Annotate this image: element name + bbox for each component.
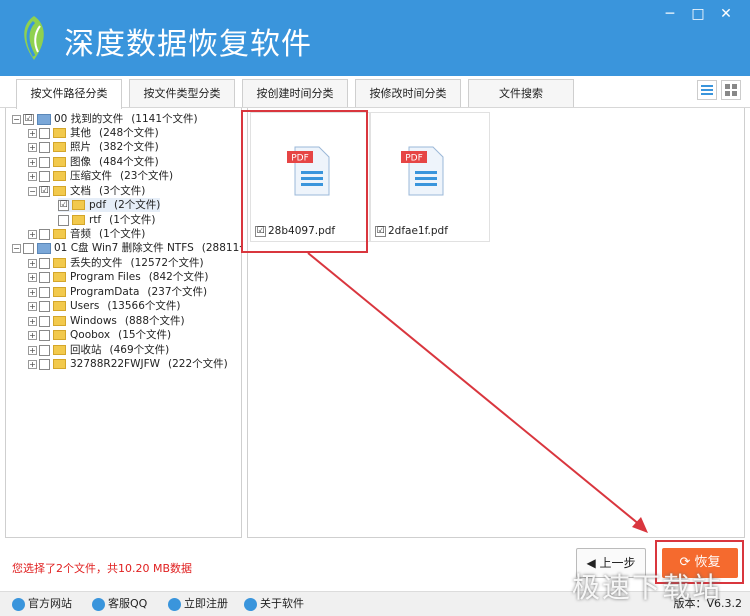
register-icon — [168, 597, 181, 611]
register-link[interactable]: 立即注册 — [168, 596, 228, 612]
arrow-icon — [307, 252, 648, 533]
home-icon — [12, 597, 25, 611]
qq-icon — [92, 597, 105, 611]
about-link[interactable]: 关于软件 — [244, 596, 304, 612]
watermark: 极速下载站 — [572, 571, 723, 604]
support-qq-link[interactable]: 客服QQ — [92, 596, 147, 612]
official-site-link[interactable]: 官方网站 — [12, 596, 72, 612]
selection-status: 您选择了2个文件，共10.20 MB数据 — [12, 562, 193, 575]
info-icon — [244, 597, 257, 611]
